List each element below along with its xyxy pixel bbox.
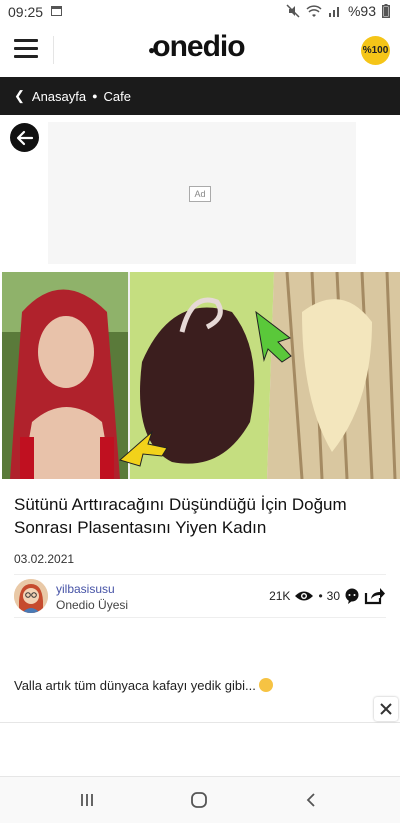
- calendar-icon: [51, 6, 62, 16]
- chevron-left-icon[interactable]: ❮: [14, 88, 25, 104]
- mute-icon: [286, 4, 300, 18]
- battery-level: %93: [347, 3, 376, 19]
- signal-icon: [328, 7, 339, 17]
- breadcrumb: ❮ Anasayfa ● Cafe: [0, 77, 400, 115]
- article-stats: 21K • 30: [269, 587, 386, 605]
- status-time: 09:25: [8, 4, 44, 20]
- home-icon[interactable]: [184, 787, 214, 813]
- comment-icon[interactable]: [344, 588, 360, 604]
- breadcrumb-separator-icon: ●: [92, 91, 98, 101]
- article-hero-image[interactable]: [2, 272, 400, 479]
- wifi-icon: [306, 4, 322, 17]
- article-date: 03.02.2021: [14, 552, 75, 566]
- divider: [14, 617, 386, 618]
- eye-icon: [295, 591, 314, 601]
- top-bar: ●onedio %100: [0, 24, 400, 76]
- system-nav-bar: [0, 776, 400, 823]
- header-divider: [53, 36, 54, 64]
- logo-text: onedio: [152, 30, 245, 63]
- view-count: 21K: [269, 589, 291, 603]
- author-role: Onedio Üyesi: [56, 598, 129, 612]
- stats-separator: •: [318, 589, 323, 603]
- article-body: Valla artık tüm dünyaca kafayı yedik gib…: [14, 678, 273, 693]
- share-icon[interactable]: [364, 587, 386, 605]
- author-name[interactable]: yilbasisusu: [56, 582, 115, 596]
- percent-100-badge[interactable]: %100: [361, 36, 390, 65]
- logo-dot-icon: ●: [148, 43, 155, 57]
- breadcrumb-category[interactable]: Cafe: [104, 89, 131, 104]
- arrow-left-icon[interactable]: [10, 123, 39, 152]
- recent-apps-icon[interactable]: [72, 787, 102, 813]
- battery-icon: [382, 4, 390, 18]
- status-bar: 09:25 %93: [0, 0, 400, 24]
- article-body-text: Valla artık tüm dünyaca kafayı yedik gib…: [14, 678, 256, 693]
- breadcrumb-home[interactable]: Anasayfa: [32, 89, 86, 104]
- back-nav-icon[interactable]: [296, 787, 326, 813]
- status-right: %93: [286, 3, 390, 19]
- site-logo[interactable]: ●onedio: [148, 30, 246, 64]
- article-title: Sütünü Arttıracağını Düşündüğü İçin Doğu…: [14, 495, 347, 537]
- author-avatar[interactable]: [14, 579, 48, 613]
- bottom-ad-slot[interactable]: [0, 722, 400, 775]
- close-icon[interactable]: [374, 697, 398, 721]
- comment-count: 30: [326, 589, 340, 603]
- laughing-emoji-icon: [258, 678, 273, 692]
- ad-label: Ad: [189, 186, 211, 202]
- hamburger-menu-icon[interactable]: [14, 39, 38, 59]
- divider: [14, 574, 386, 575]
